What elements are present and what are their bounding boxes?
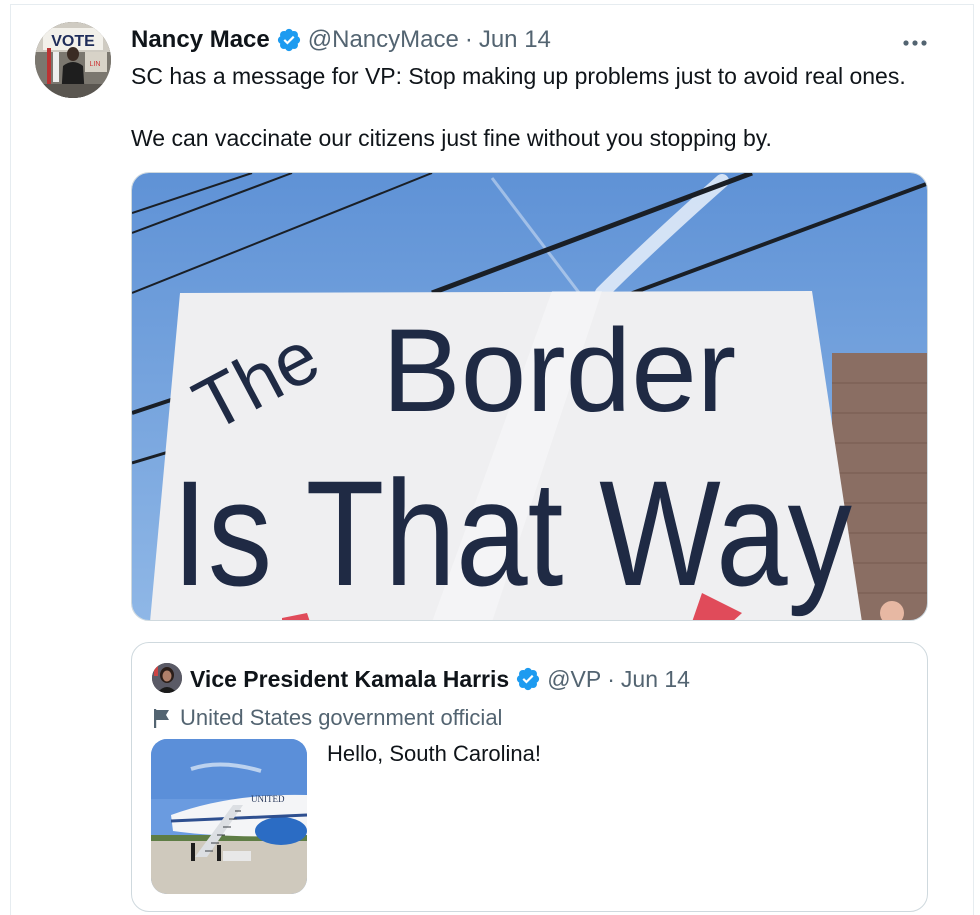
verified-badge-icon	[277, 28, 300, 52]
sign-word-is-that-way: Is That Way	[172, 449, 852, 617]
government-label[interactable]: United States government official	[152, 703, 502, 733]
quoted-tweet-image[interactable]: UNITED	[151, 739, 307, 894]
quoted-tweet-date[interactable]: Jun 14	[621, 666, 690, 693]
quoted-author-avatar[interactable]	[152, 663, 182, 693]
sign-word-border: Border	[382, 305, 736, 437]
tweet-text-line-2: We can vaccinate our citizens just fine …	[131, 125, 772, 151]
quoted-tweet-header: Vice President Kamala Harris @VP · Jun 1…	[190, 663, 690, 695]
quoted-tweet[interactable]: Vice President Kamala Harris @VP · Jun 1…	[131, 642, 928, 912]
tweet-header: Nancy Mace @NancyMace · Jun 14	[131, 24, 551, 56]
svg-text:LIN: LIN	[90, 61, 101, 68]
tweet-date[interactable]: Jun 14	[479, 26, 551, 54]
quoted-author-handle[interactable]: @VP	[547, 666, 601, 693]
meta-separator: ·	[464, 26, 473, 53]
tweet-text-line-1: SC has a message for VP: Stop making up …	[131, 63, 906, 89]
more-horizontal-icon[interactable]	[902, 30, 928, 47]
tweet-image[interactable]: The Border Is That Way	[131, 172, 928, 621]
quoted-tweet-text: Hello, South Carolina!	[327, 741, 542, 766]
author-name[interactable]: Nancy Mace	[131, 26, 270, 54]
author-avatar[interactable]: VOTE LIN	[35, 22, 111, 98]
flag-icon	[154, 709, 169, 728]
author-handle[interactable]: @NancyMace	[308, 26, 459, 54]
tweet-text: SC has a message for VP: Stop making up …	[131, 60, 906, 154]
verified-badge-icon	[517, 667, 540, 691]
government-label-text: United States government official	[180, 705, 503, 730]
plane-livery-text: UNITED	[251, 794, 285, 804]
quoted-author-name[interactable]: Vice President Kamala Harris	[190, 666, 509, 693]
quoted-meta-separator: ·	[607, 665, 615, 692]
